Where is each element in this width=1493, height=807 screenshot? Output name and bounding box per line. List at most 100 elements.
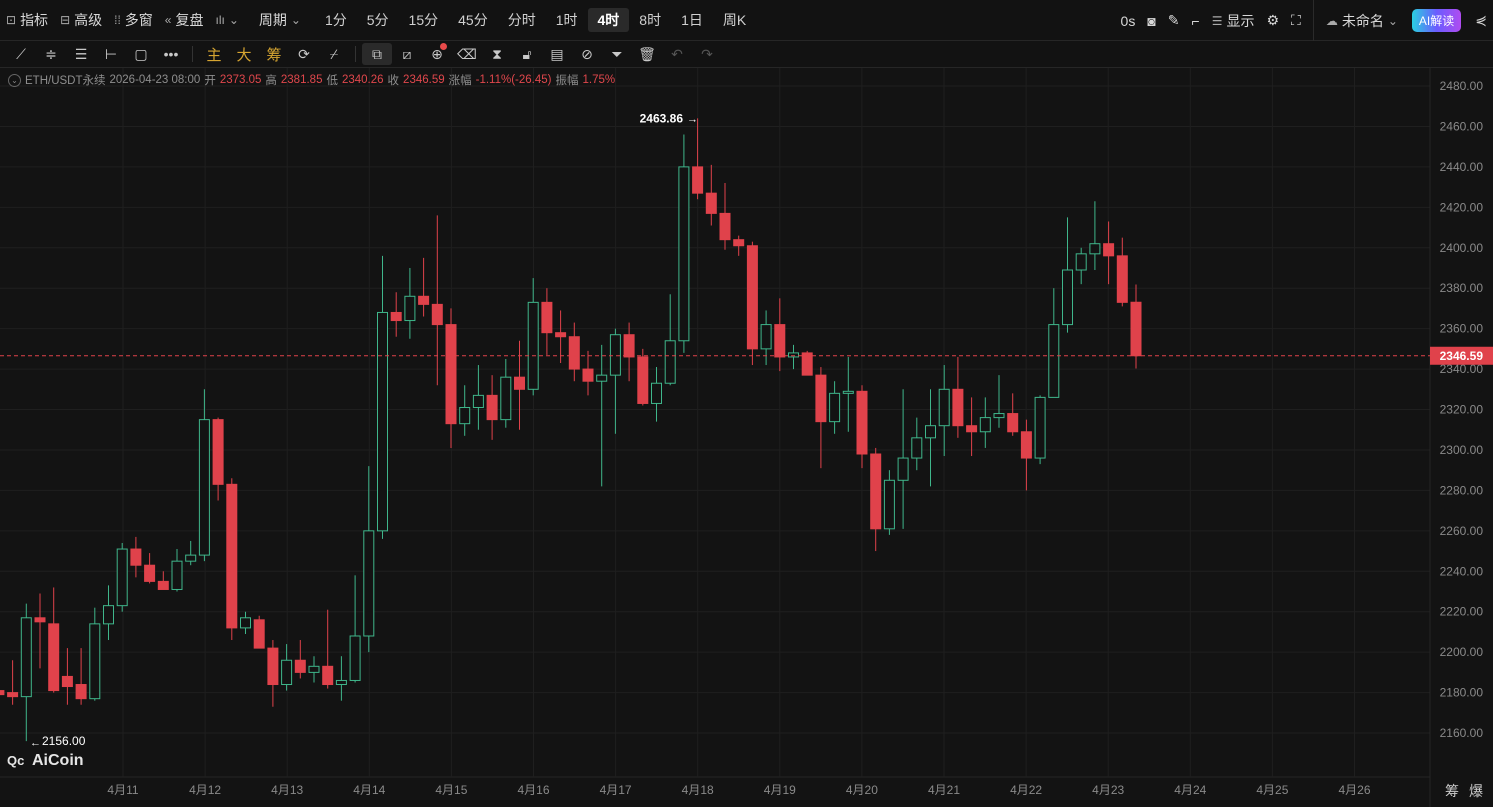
candle-body-up [185, 554, 197, 562]
chips-button[interactable]: 筹 [259, 44, 289, 65]
x-tick-label: 4月13 [271, 783, 303, 797]
candle-body-up [116, 548, 128, 607]
y-tick-label: 2480.00 [1440, 79, 1484, 93]
candle-body-down [1020, 431, 1032, 459]
candle-body-up [897, 457, 909, 481]
filter-icon[interactable]: ⏷ [602, 46, 632, 63]
candle-body-down [555, 332, 567, 338]
candle-body-up [240, 617, 251, 629]
candle-body-up [335, 679, 347, 686]
candle-body-down [568, 336, 580, 370]
camera-icon[interactable]: ◙ [1141, 13, 1161, 29]
period-tab[interactable]: 1日 [671, 8, 713, 32]
undo-icon[interactable]: ↶ [662, 46, 692, 63]
divider [355, 46, 356, 62]
high-value: 2381.85 [280, 74, 323, 86]
y-tick-label: 2420.00 [1440, 200, 1484, 214]
eraser-icon[interactable]: ⌫ [452, 46, 482, 63]
ohlc-info-bar: ⌄ ETH/USDT永续 2026-04-23 08:00 开 2373.05 高… [8, 72, 615, 88]
redo-icon[interactable]: ↷ [692, 46, 722, 63]
candle-body-down [226, 483, 238, 629]
period-tab[interactable]: 分时 [498, 8, 546, 32]
big-order-button[interactable]: 大 [229, 44, 259, 65]
trend-line-icon[interactable]: ⟋ [6, 46, 36, 63]
advanced-button[interactable]: ⊟ 高级 [54, 10, 108, 30]
y-tick-label: 2320.00 [1440, 403, 1484, 417]
candle-body-down [431, 303, 443, 326]
y-tick-label: 2260.00 [1440, 524, 1484, 538]
sync-drawing-icon[interactable]: ⟳ [289, 46, 319, 63]
datetime: 2026-04-23 08:00 [109, 74, 201, 86]
horizontal-lines-icon[interactable]: ☰ [66, 46, 96, 63]
candle-body-up [349, 635, 361, 681]
candle-body-down [1130, 301, 1142, 357]
layout-name-dropdown[interactable]: ☁ 未命名 ⌄ [1320, 11, 1404, 31]
candle-body-up [1048, 324, 1060, 398]
candle-body-up [979, 417, 991, 433]
y-tick-label: 2280.00 [1440, 483, 1484, 497]
period-dropdown[interactable]: 周期 ⌄ [253, 10, 307, 30]
candle-body-down [486, 394, 498, 421]
candle-body-down [7, 692, 19, 698]
x-tick-label: 4月14 [353, 783, 385, 797]
period-tab[interactable]: 5分 [357, 8, 399, 32]
period-tab[interactable]: 8时 [629, 8, 671, 32]
main-indicator-button[interactable]: 主 [199, 44, 229, 65]
zoom-icon[interactable]: ⊕ [422, 42, 452, 63]
more-tools-icon[interactable]: ••• [156, 46, 186, 62]
ai-interpret-button[interactable]: AI解读 [1411, 9, 1462, 32]
settings-icon[interactable]: ⚙ [1260, 12, 1285, 29]
add-window-icon[interactable]: ⌐ [1186, 13, 1206, 29]
min-price-label: 2156.00 [42, 734, 86, 748]
link-icon[interactable]: ⊘ [572, 46, 602, 63]
candle-body-up [760, 324, 772, 350]
replay-button[interactable]: «复盘 [159, 10, 210, 30]
parallel-channel-icon[interactable]: ≑ [36, 46, 66, 63]
y-tick-label: 2360.00 [1440, 322, 1484, 336]
candle-body-down [418, 295, 430, 305]
brush-icon[interactable]: ⌿ [319, 46, 349, 63]
period-tab[interactable]: 周K [713, 8, 756, 32]
candle-body-up [308, 665, 320, 673]
ruler-icon[interactable]: ⧄ [392, 46, 422, 63]
countdown: 0s [1120, 12, 1136, 29]
x-tick-label: 4月12 [189, 783, 221, 797]
period-tab[interactable]: 1分 [315, 8, 357, 32]
period-tab[interactable]: 4时 [587, 8, 630, 32]
chips-toggle[interactable]: 筹 [1445, 781, 1459, 801]
edit-list-icon[interactable]: ▤ [542, 46, 572, 63]
candle-body-down [253, 619, 265, 649]
horizontal-ray-icon[interactable]: ⊢ [96, 46, 126, 63]
collapse-icon[interactable]: ⌄ [8, 73, 21, 87]
candle-body-down [294, 659, 306, 673]
candle-body-down [541, 301, 553, 334]
period-tab[interactable]: 1时 [546, 8, 588, 32]
chevron-down-icon: ⌄ [290, 13, 301, 27]
candle-body-down [582, 368, 594, 382]
candle-tool-icon[interactable]: ⧗ [482, 46, 512, 63]
share-icon[interactable]: ⋞ [1469, 12, 1493, 29]
candle-body-up [404, 295, 416, 322]
liquidation-toggle[interactable]: 爆 [1469, 781, 1483, 801]
trash-icon[interactable]: 🗑︎ [632, 46, 662, 63]
lock-icon[interactable]: 🔓︎ [512, 46, 542, 63]
multi-window-button[interactable]: ⁞⁞ 多窗 [108, 10, 159, 30]
candle-body-up [281, 659, 293, 686]
candlestick-chart[interactable]: 2480.00 2460.00 2440.00 2420.00 2400.00 2380.… [0, 68, 1493, 807]
candle-body-down [157, 580, 169, 590]
y-tick-label: 2440.00 [1440, 160, 1484, 174]
candle-body-down [966, 425, 978, 433]
fullscreen-icon[interactable]: ⛶ [1285, 12, 1307, 29]
chart-type-dropdown[interactable]: ılı ⌄ [209, 13, 244, 27]
magnet-select-icon[interactable]: ⧉ [362, 43, 392, 65]
x-tick-label: 4月18 [682, 783, 714, 797]
period-tab[interactable]: 45分 [448, 8, 498, 32]
divider [192, 46, 193, 62]
pencil-icon[interactable]: ✎ [1162, 12, 1186, 29]
drawing-toolbar: ⟋ ≑ ☰ ⊢ ▢ ••• 主 大 筹 ⟳ ⌿ ⧉ ⧄ ⊕ ⌫ ⧗ 🔓︎ ▤ ⊘… [0, 41, 1493, 68]
candle-body-up [678, 166, 690, 342]
rectangle-icon[interactable]: ▢ [126, 46, 156, 63]
period-tab[interactable]: 15分 [399, 8, 449, 32]
indicators-button[interactable]: ⊡ 指标 [0, 10, 54, 30]
display-button[interactable]: ☰ 显示 [1206, 11, 1261, 31]
